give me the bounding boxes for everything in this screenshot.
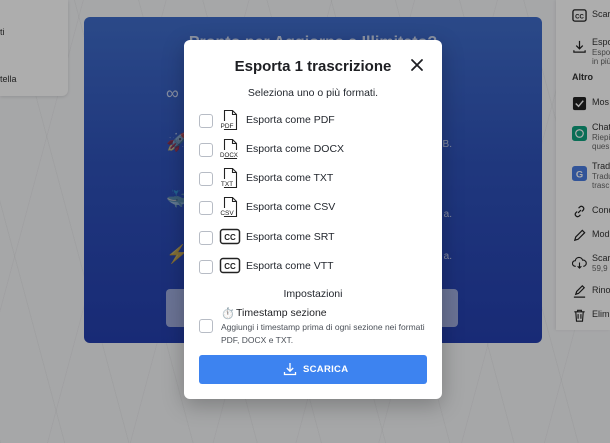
timestamp-title: Timestamp sezione [236, 307, 327, 319]
format-label: Esporta come TXT [246, 172, 334, 184]
format-label: Esporta come DOCX [246, 143, 345, 155]
format-option-pdf[interactable]: PDF Esporta come PDF [199, 109, 429, 133]
file-badge: TXT [221, 181, 233, 188]
format-option-docx[interactable]: DOCX Esporta come DOCX [199, 138, 429, 162]
format-checkbox[interactable] [199, 231, 213, 245]
format-option-txt[interactable]: TXT Esporta come TXT [199, 167, 429, 191]
file-pdf-icon: PDF [220, 109, 238, 131]
file-badge: PDF [221, 123, 234, 130]
file-badge: CC [224, 262, 236, 271]
timestamp-checkbox[interactable] [199, 319, 213, 333]
cc-icon: CC [219, 257, 241, 274]
download-label: SCARICA [303, 364, 349, 375]
format-label: Esporta come CSV [246, 201, 336, 213]
export-dialog: Esporta 1 trascrizione Seleziona uno o p… [184, 40, 442, 399]
stopwatch-icon: ⏱️ [221, 308, 235, 320]
format-checkbox[interactable] [199, 201, 213, 215]
settings-title: Impostazioni [283, 288, 343, 300]
dialog-subtitle: Seleziona uno o più formati. [247, 87, 379, 99]
cc-icon: CC [219, 228, 241, 245]
format-option-vtt[interactable]: CC Esporta come VTT [199, 257, 429, 279]
format-checkbox[interactable] [199, 114, 213, 128]
download-button[interactable]: SCARICA [199, 355, 427, 384]
file-txt-icon: TXT [220, 167, 238, 189]
format-checkbox[interactable] [199, 260, 213, 274]
file-badge: CSV [220, 210, 234, 217]
format-label: Esporta come PDF [246, 114, 335, 126]
file-csv-icon: CSV [220, 196, 238, 218]
timestamp-description: Aggiungi i timestamp prima di ogni sezio… [221, 322, 425, 345]
file-badge: CC [224, 233, 236, 242]
format-checkbox[interactable] [199, 143, 213, 157]
format-option-srt[interactable]: CC Esporta come SRT [199, 228, 429, 250]
download-icon [283, 363, 297, 376]
format-label: Esporta come SRT [246, 231, 335, 243]
format-checkbox[interactable] [199, 172, 213, 186]
file-docx-icon: DOCX [219, 138, 239, 160]
format-option-csv[interactable]: CSV Esporta come CSV [199, 196, 429, 220]
format-label: Esporta come VTT [246, 260, 334, 272]
dialog-title: Esporta 1 trascrizione [234, 58, 392, 75]
file-badge: DOCX [220, 152, 238, 159]
close-icon[interactable] [410, 58, 424, 72]
